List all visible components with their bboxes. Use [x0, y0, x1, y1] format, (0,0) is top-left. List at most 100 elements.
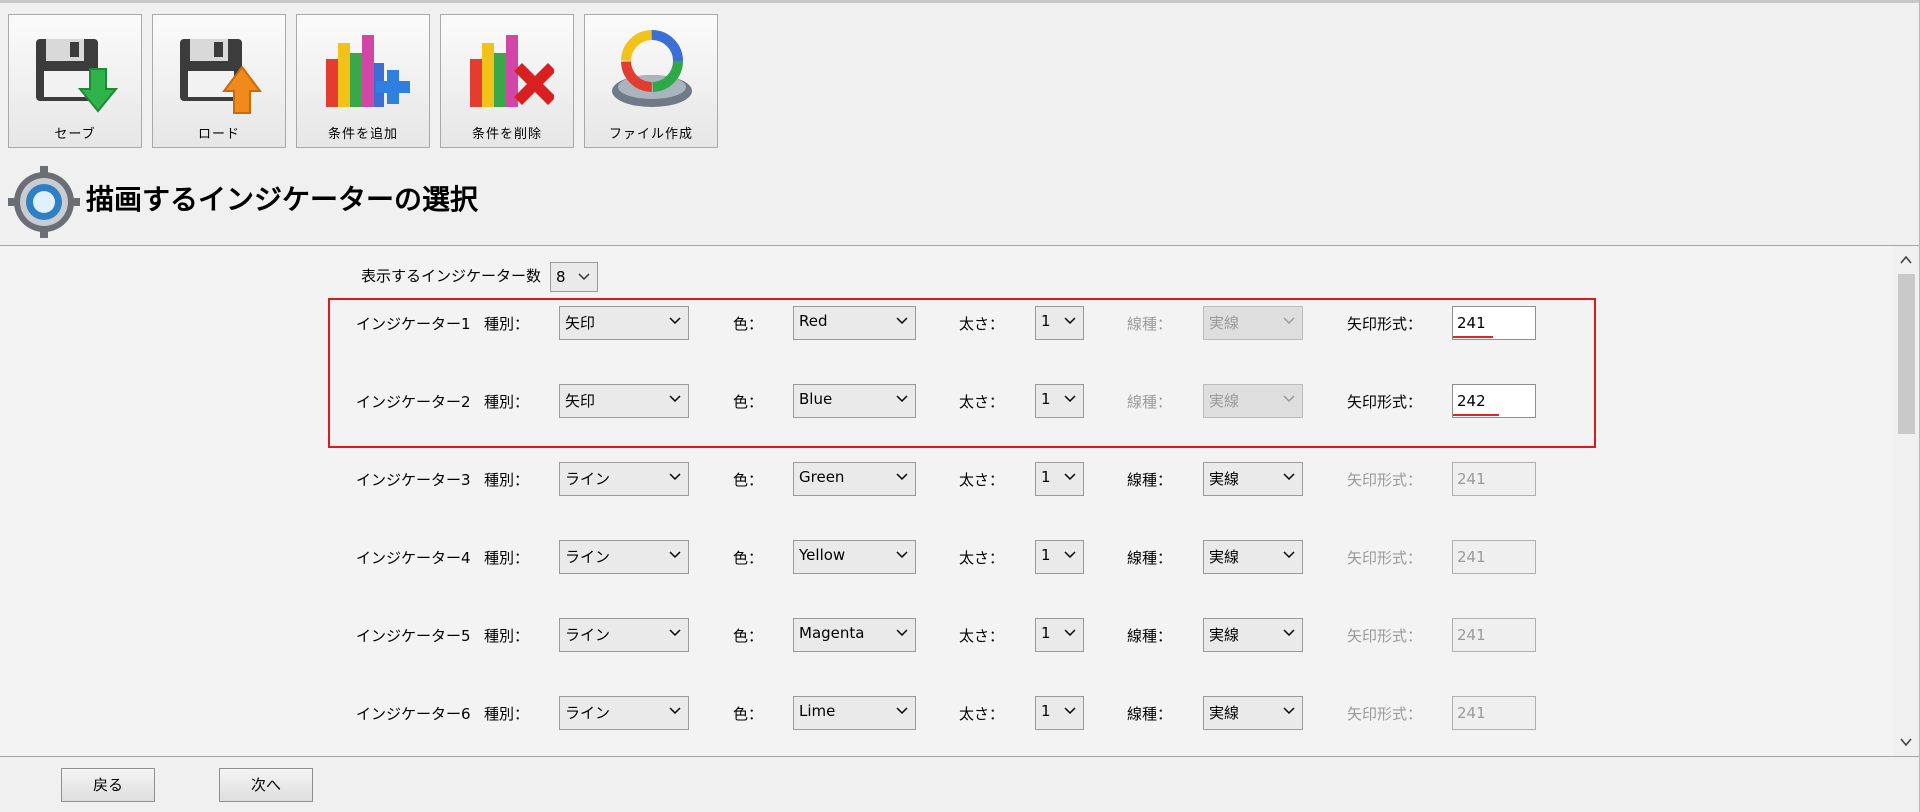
- line-style-select[interactable]: 実線: [1203, 540, 1303, 574]
- delete-condition-chart-icon: [470, 35, 554, 107]
- color-select[interactable]: Green: [793, 462, 916, 496]
- arrow-code-label: 矢印形式：: [1347, 705, 1423, 723]
- indicator-name: インジケーター6: [356, 705, 471, 723]
- color-select[interactable]: Magenta: [793, 618, 916, 652]
- type-select[interactable]: ライン: [559, 462, 689, 496]
- line-style-select[interactable]: 実線: [1203, 462, 1303, 496]
- width-label: 太さ：: [959, 393, 1005, 411]
- line-style-select: 実線: [1203, 384, 1303, 418]
- color-label: 色：: [733, 627, 764, 645]
- back-button[interactable]: 戻る: [61, 768, 155, 802]
- width-label: 太さ：: [959, 627, 1005, 645]
- chevron-down-icon: [1283, 629, 1295, 637]
- indicator-name: インジケーター2: [356, 393, 471, 411]
- chevron-down-icon: [1900, 738, 1912, 747]
- arrow-code-input: 241: [1452, 462, 1536, 496]
- type-value: ライン: [565, 704, 611, 722]
- type-select[interactable]: 矢印: [559, 384, 689, 418]
- chevron-down-icon: [669, 473, 681, 481]
- width-select[interactable]: 1: [1035, 540, 1084, 574]
- type-select[interactable]: 矢印: [559, 306, 689, 340]
- chevron-down-icon: [1283, 317, 1295, 325]
- create-file-label: ファイル作成: [608, 127, 693, 142]
- arrow-code-value: 241: [1457, 470, 1486, 488]
- chevron-down-icon: [896, 551, 908, 559]
- type-value: ライン: [565, 470, 611, 488]
- indicator-name: インジケーター5: [356, 627, 471, 645]
- add-condition-chart-icon: [326, 35, 410, 107]
- arrow-code-value: 242: [1457, 392, 1486, 410]
- delete-condition-label: 条件を削除: [471, 127, 542, 142]
- type-label: 種別：: [484, 315, 530, 333]
- color-value: Yellow: [799, 546, 846, 564]
- spellcheck-underline: [1453, 336, 1493, 338]
- save-button[interactable]: セーブ: [8, 14, 142, 148]
- color-select[interactable]: Blue: [793, 384, 916, 418]
- width-label: 太さ：: [959, 315, 1005, 333]
- color-label: 色：: [733, 471, 764, 489]
- chevron-down-icon: [578, 273, 590, 281]
- color-select[interactable]: Red: [793, 306, 916, 340]
- width-select[interactable]: 1: [1035, 618, 1084, 652]
- arrow-code-input[interactable]: 241: [1452, 306, 1536, 340]
- create-file-button[interactable]: ファイル作成: [584, 14, 718, 148]
- scroll-down-button[interactable]: [1893, 728, 1919, 756]
- arrow-code-label: 矢印形式：: [1347, 471, 1423, 489]
- arrow-code-input: 241: [1452, 618, 1536, 652]
- line-style-label: 線種：: [1127, 471, 1173, 489]
- width-value: 1: [1041, 468, 1051, 486]
- save-disk-download-icon: [36, 39, 119, 113]
- next-button[interactable]: 次へ: [219, 768, 313, 802]
- width-value: 1: [1041, 624, 1051, 642]
- width-select[interactable]: 1: [1035, 696, 1084, 730]
- indicator-row-4: インジケーター4 種別： ライン 色： Yellow 太さ： 1 線種： 実線 矢印形式： 241: [0, 536, 1540, 576]
- width-select[interactable]: 1: [1035, 462, 1084, 496]
- width-select[interactable]: 1: [1035, 384, 1084, 418]
- arrow-code-value: 241: [1457, 626, 1486, 644]
- line-style-select[interactable]: 実線: [1203, 618, 1303, 652]
- color-select[interactable]: Lime: [793, 696, 916, 730]
- type-select[interactable]: ライン: [559, 540, 689, 574]
- indicator-count-value: 8: [556, 268, 566, 286]
- line-style-select[interactable]: 実線: [1203, 696, 1303, 730]
- scroll-up-button[interactable]: [1893, 246, 1919, 274]
- color-select[interactable]: Yellow: [793, 540, 916, 574]
- line-style-label: 線種：: [1127, 393, 1173, 411]
- chevron-down-icon: [669, 629, 681, 637]
- arrow-code-label: 矢印形式：: [1347, 315, 1423, 333]
- delete-condition-button[interactable]: 条件を削除: [440, 14, 574, 148]
- chevron-up-icon: [1900, 255, 1912, 264]
- vertical-scrollbar[interactable]: [1893, 246, 1919, 756]
- save-label: セーブ: [54, 127, 96, 142]
- color-label: 色：: [733, 705, 764, 723]
- color-value: Blue: [799, 390, 833, 408]
- color-value: Lime: [799, 702, 836, 720]
- arrow-code-input: 241: [1452, 696, 1536, 730]
- width-select[interactable]: 1: [1035, 306, 1084, 340]
- arrow-code-input[interactable]: 242: [1452, 384, 1536, 418]
- add-condition-button[interactable]: 条件を追加: [296, 14, 430, 148]
- indicator-name: インジケーター4: [356, 549, 471, 567]
- indicator-count-select[interactable]: 8: [550, 262, 598, 292]
- type-select[interactable]: ライン: [559, 696, 689, 730]
- indicator-settings-panel: 表示するインジケーター数 8 インジケーター1 種別： 矢印 色： Red 太さ： 1 線種：…: [0, 245, 1919, 757]
- color-value: Red: [799, 312, 828, 330]
- chevron-down-icon: [1064, 317, 1076, 325]
- scrollbar-thumb[interactable]: [1898, 274, 1915, 434]
- indicator-count-label: 表示するインジケーター数: [361, 267, 542, 285]
- load-button[interactable]: ロード: [152, 14, 286, 148]
- indicator-row-3: インジケーター3 種別： ライン 色： Green 太さ： 1 線種： 実線 矢印形式： 241: [0, 458, 1540, 498]
- width-label: 太さ：: [959, 549, 1005, 567]
- chevron-down-icon: [1283, 551, 1295, 559]
- chevron-down-icon: [896, 473, 908, 481]
- chevron-down-icon: [1064, 395, 1076, 403]
- arrow-code-label: 矢印形式：: [1347, 393, 1423, 411]
- load-label: ロード: [197, 127, 240, 142]
- type-select[interactable]: ライン: [559, 618, 689, 652]
- line-style-label: 線種：: [1127, 627, 1173, 645]
- chevron-down-icon: [669, 707, 681, 715]
- chevron-down-icon: [1064, 473, 1076, 481]
- chevron-down-icon: [669, 317, 681, 325]
- chevron-down-icon: [896, 707, 908, 715]
- line-style-value: 実線: [1209, 470, 1240, 488]
